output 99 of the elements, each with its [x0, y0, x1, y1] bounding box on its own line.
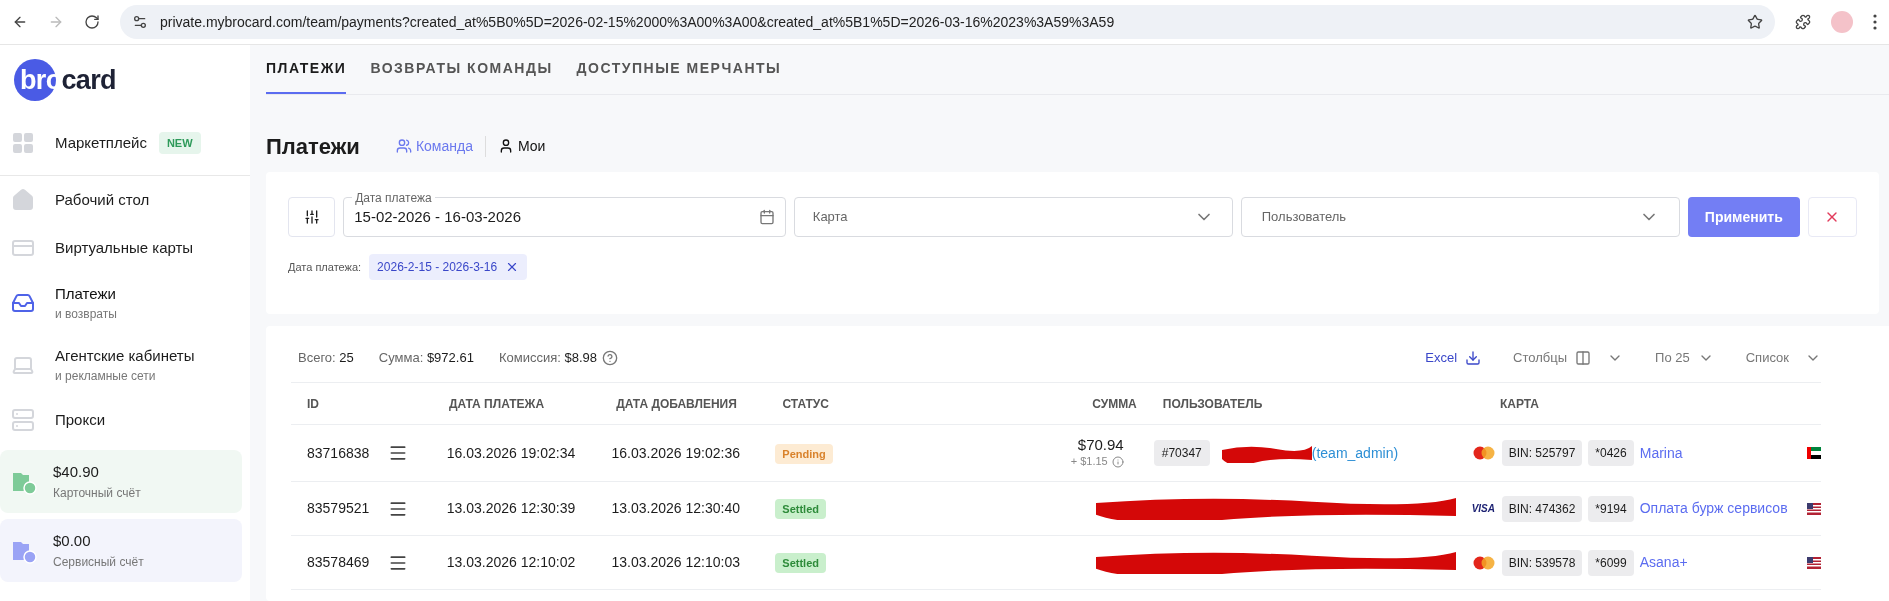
- view-dropdown[interactable]: Список: [1745, 348, 1821, 368]
- tab[interactable]: ВОЗВРАТЫ КОМАНДЫ: [370, 58, 553, 94]
- account-balance: $40.90: [53, 462, 100, 483]
- columns-dropdown[interactable]: Столбцы: [1513, 348, 1624, 368]
- flag-icon: [1806, 447, 1821, 459]
- column-header: СТАТУС: [781, 395, 830, 413]
- filter-chip[interactable]: 2026-2-15 - 2026-3-16: [369, 254, 528, 280]
- per-page-dropdown[interactable]: По 25: [1655, 348, 1714, 368]
- more-icon[interactable]: [1873, 14, 1877, 30]
- download-icon: [1465, 350, 1482, 366]
- columns-icon: [1575, 350, 1592, 366]
- item-sublabel: и возвраты: [55, 306, 117, 324]
- date-field-value: 15-02-2026 - 16-03-2026: [354, 206, 521, 227]
- table-cell-text: 16.03.2026 19:02:34: [445, 443, 577, 463]
- address-bar[interactable]: private.mybrocard.com/team/payments?created_at%5B0%5D=2026-02-15%2000%3A00%3A00&created_at%5B1%5D=2026-03-16%2023%3A59%3A59: [120, 5, 1775, 39]
- help-icon[interactable]: [602, 350, 618, 366]
- item-label: Прокси: [55, 409, 106, 430]
- excel-export-button[interactable]: Excel: [1425, 348, 1482, 368]
- mastercard-logo-icon: [1471, 555, 1496, 570]
- grid-icon: [11, 131, 35, 155]
- url-text: private.mybrocard.com/team/payments?created_at%5B0%5D=2026-02-15%2000%3A00%3A00&created_at%5B1%5D=2026-03-16%2023%3A59%3A59: [160, 12, 1116, 32]
- user-select[interactable]: Пользователь: [1240, 197, 1680, 237]
- flag-icon: [1806, 502, 1821, 515]
- table-row[interactable]: 83716838 16.03.2026 19:02:34 16.03.2026 19:02:36 Pending $70.94 + $1.15 #70347 (team_admin) BIN: 525797 *0426 Marina: [291, 425, 1821, 482]
- flag-icon: [1806, 556, 1821, 569]
- card-name-link[interactable]: Marina: [1639, 442, 1683, 464]
- account-card[interactable]: $40.90 Карточный счёт: [0, 450, 242, 513]
- column-header: ДАТА ДОБАВЛЕНИЯ: [615, 395, 738, 413]
- account-card[interactable]: $0.00 Сервисный счёт: [0, 519, 242, 582]
- sidebar-item[interactable]: Виртуальные карты: [0, 224, 250, 272]
- item-label: Агентские кабинеты: [55, 345, 195, 366]
- summary-stat: Сумма: $972.61: [378, 349, 474, 368]
- column-header: СУММА: [1091, 395, 1138, 413]
- table-cell-text: 83579521: [306, 499, 371, 518]
- column-header: ДАТА ПЛАТЕЖА: [447, 395, 546, 413]
- last-digits-tag: *6099: [1588, 549, 1634, 576]
- table-cell-text: 13.03.2026 12:10:02: [445, 553, 577, 572]
- column-header: ID: [306, 395, 320, 413]
- card-name-link[interactable]: Оплата бурж сервисов: [1639, 498, 1788, 519]
- new-badge: NEW: [158, 131, 201, 155]
- inbox-icon: [11, 291, 35, 315]
- item-sublabel: и рекламные сети: [55, 368, 157, 386]
- card-name-link[interactable]: Asana+: [1639, 552, 1688, 573]
- account-label: Сервисный счёт: [53, 553, 144, 571]
- mastercard-logo-icon: [1471, 446, 1496, 460]
- table-cell-text: 16.03.2026 19:02:36: [610, 443, 741, 463]
- item-label: Виртуальные карты: [55, 237, 194, 258]
- server-icon: [11, 408, 35, 432]
- users-icon: [395, 138, 412, 154]
- table-cell-text: 13.03.2026 12:30:40: [610, 499, 741, 518]
- calendar-icon: [758, 209, 775, 225]
- item-label: Маркетплейс: [55, 132, 147, 153]
- bin-tag: BIN: 539578: [1501, 549, 1583, 576]
- bin-tag: BIN: 525797: [1501, 440, 1583, 466]
- card-select[interactable]: Карта: [793, 197, 1233, 237]
- last-digits-tag: *0426: [1588, 440, 1634, 466]
- column-header: КАРТА: [1498, 395, 1540, 413]
- tab[interactable]: ДОСТУПНЫЕ МЕРЧАНТЫ: [576, 58, 782, 94]
- table-cell-text: 83578469: [306, 553, 371, 572]
- scope-toggle[interactable]: Мои: [484, 135, 558, 157]
- sliders-icon: [303, 209, 320, 225]
- reload-icon[interactable]: [84, 14, 100, 30]
- visa-logo: VISA: [1471, 502, 1496, 516]
- column-header: ПОЛЬЗОВАТЕЛЬ: [1161, 395, 1264, 413]
- summary-stat: Всего: 25: [298, 349, 354, 368]
- table-cell-text: 13.03.2026 12:10:03: [610, 553, 741, 572]
- extensions-icon[interactable]: [1795, 14, 1811, 30]
- fee-text: + $1.15: [1070, 454, 1108, 470]
- sidebar-item[interactable]: Агентские кабинеты и рекламные сети: [0, 334, 250, 396]
- item-label: Платежи: [55, 283, 116, 304]
- sidebar-item[interactable]: Платежи и возвраты: [0, 272, 250, 334]
- table-cell-text: 13.03.2026 12:30:39: [445, 499, 577, 518]
- table-row[interactable]: 83578469 13.03.2026 12:10:02 13.03.2026 12:10:03 Settled BIN: 539578 *6099 Asana+: [291, 536, 1821, 590]
- table-row[interactable]: 83579521 13.03.2026 12:30:39 13.03.2026 12:30:40 Settled VISA BIN: 474362 *9194 Оплата бурж сервисов: [291, 482, 1821, 536]
- site-settings-icon[interactable]: [132, 14, 148, 30]
- house-icon: [11, 188, 35, 212]
- chip-label: Дата платежа:: [288, 259, 362, 275]
- summary-stat: Комиссия: $8.98: [498, 349, 597, 368]
- item-label: Рабочий стол: [55, 189, 150, 210]
- account-balance: $0.00: [53, 531, 92, 552]
- tab[interactable]: ПЛАТЕЖИ: [266, 58, 347, 94]
- sidebar-item[interactable]: Маркетплейс NEW: [0, 119, 250, 167]
- filter-settings-button[interactable]: [288, 197, 336, 237]
- scope-toggle[interactable]: Команда: [383, 135, 485, 157]
- page-title: Платежи: [266, 132, 360, 161]
- status-badge: Pending: [775, 443, 833, 464]
- amount-text: $70.94: [1077, 436, 1124, 454]
- user-id-tag: #70347: [1153, 440, 1210, 466]
- account-label: Карточный счёт: [53, 484, 141, 502]
- bookmark-star-icon[interactable]: [1747, 14, 1763, 30]
- back-icon[interactable]: [12, 14, 28, 30]
- last-digits-tag: *9194: [1588, 495, 1634, 522]
- user-role-link[interactable]: (team_admin): [1311, 442, 1399, 464]
- status-badge: Settled: [775, 553, 827, 573]
- bin-tag: BIN: 474362: [1501, 495, 1583, 522]
- sidebar-item[interactable]: Прокси: [0, 396, 250, 444]
- sidebar-item[interactable]: Рабочий стол: [0, 176, 250, 224]
- status-badge: Settled: [775, 499, 827, 519]
- table-cell-text: 83716838: [306, 443, 371, 463]
